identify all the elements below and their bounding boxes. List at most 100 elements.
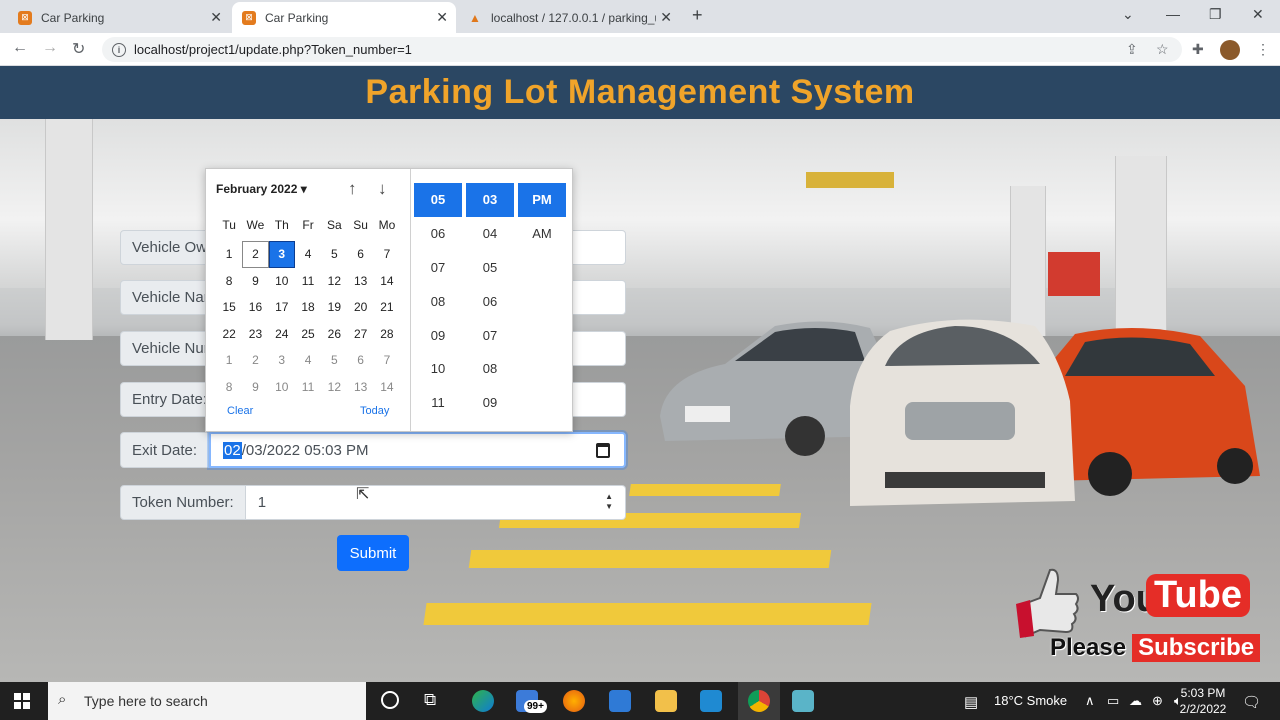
chrome-icon[interactable] bbox=[748, 690, 770, 712]
calendar-day[interactable]: 11 bbox=[295, 268, 321, 295]
calendar-day[interactable]: 9 bbox=[242, 268, 268, 295]
calendar-day[interactable]: 26 bbox=[321, 321, 347, 348]
calendar-day[interactable]: 14 bbox=[374, 268, 400, 295]
tab-search-chevron-icon[interactable]: ⌄ bbox=[1122, 6, 1134, 23]
store-icon[interactable] bbox=[609, 690, 631, 712]
calendar-day[interactable]: 17 bbox=[269, 294, 295, 321]
ampm-option[interactable]: AM bbox=[518, 217, 566, 251]
file-explorer-icon[interactable] bbox=[655, 690, 677, 712]
minute-option[interactable]: 08 bbox=[466, 352, 514, 386]
exit-date-month-segment[interactable]: 02 bbox=[223, 441, 242, 459]
calendar-day[interactable]: 13 bbox=[347, 268, 373, 295]
edge-icon[interactable] bbox=[472, 690, 494, 712]
clock-time[interactable]: 5:03 PM bbox=[1178, 686, 1228, 700]
calendar-day[interactable]: 2 bbox=[242, 347, 268, 374]
calendar-day[interactable]: 9 bbox=[242, 374, 268, 401]
picker-today-button[interactable]: Today bbox=[360, 405, 389, 417]
prev-month-arrow-icon[interactable]: ↑ bbox=[348, 179, 357, 199]
minute-option[interactable]: 04 bbox=[466, 217, 514, 251]
hour-option[interactable]: 07 bbox=[414, 251, 462, 285]
calendar-day[interactable]: 7 bbox=[374, 241, 400, 268]
clock-date[interactable]: 2/2/2022 bbox=[1178, 702, 1228, 716]
maximize-icon[interactable]: ❐ bbox=[1209, 6, 1222, 23]
hour-option[interactable]: 11 bbox=[414, 386, 462, 420]
calendar-day[interactable]: 1 bbox=[216, 241, 242, 268]
token-input[interactable]: 1 ▲ ▼ bbox=[245, 485, 626, 520]
picker-clear-button[interactable]: Clear bbox=[227, 405, 253, 417]
today-day[interactable]: 2 bbox=[242, 241, 269, 268]
calendar-day[interactable]: 12 bbox=[321, 268, 347, 295]
minute-option[interactable]: 03 bbox=[466, 183, 514, 217]
calendar-day[interactable]: 5 bbox=[321, 241, 347, 268]
chrome-menu-icon[interactable]: ⋮ bbox=[1256, 41, 1270, 58]
calendar-day[interactable]: 14 bbox=[374, 374, 400, 401]
close-tab-icon[interactable]: ✕ bbox=[436, 9, 448, 26]
ampm-option[interactable]: PM bbox=[518, 183, 566, 217]
calendar-day[interactable]: 3 bbox=[269, 347, 295, 374]
tab-car-parking-2[interactable]: ⊠ Car Parking ✕ bbox=[232, 2, 456, 33]
calendar-day[interactable]: 11 bbox=[295, 374, 321, 401]
calendar-day[interactable]: 7 bbox=[374, 347, 400, 374]
tray-chevron-icon[interactable]: ∧ bbox=[1085, 693, 1095, 709]
calendar-day[interactable]: 12 bbox=[321, 374, 347, 401]
close-tab-icon[interactable]: ✕ bbox=[210, 9, 222, 26]
calendar-day[interactable]: 19 bbox=[321, 294, 347, 321]
calendar-day[interactable]: 20 bbox=[347, 294, 373, 321]
vscode-icon[interactable] bbox=[700, 690, 722, 712]
bookmark-star-icon[interactable]: ☆ bbox=[1156, 41, 1169, 58]
firefox-icon[interactable] bbox=[563, 690, 585, 712]
hour-option[interactable]: 06 bbox=[414, 217, 462, 251]
back-arrow-icon[interactable]: ← bbox=[12, 39, 28, 57]
task-view-icon[interactable]: ⧉ bbox=[424, 690, 436, 710]
calendar-day[interactable]: 16 bbox=[242, 294, 268, 321]
calendar-icon[interactable] bbox=[596, 443, 610, 458]
minimize-icon[interactable]: — bbox=[1166, 6, 1180, 22]
taskbar-search-box[interactable]: ⌕ Type here to search bbox=[48, 682, 366, 720]
forward-arrow-icon[interactable]: → bbox=[42, 39, 58, 57]
new-tab-icon[interactable]: + bbox=[692, 5, 703, 26]
calendar-day[interactable]: 13 bbox=[347, 374, 373, 401]
share-icon[interactable]: ⇪ bbox=[1126, 41, 1138, 58]
calendar-day[interactable]: 6 bbox=[347, 347, 373, 374]
calendar-day[interactable]: 21 bbox=[374, 294, 400, 321]
minute-option[interactable]: 06 bbox=[466, 284, 514, 318]
calendar-day[interactable]: 10 bbox=[269, 374, 295, 401]
close-tab-icon[interactable]: ✕ bbox=[660, 9, 672, 26]
calendar-day[interactable]: 28 bbox=[374, 321, 400, 348]
weather-icon[interactable]: ▤ bbox=[964, 693, 978, 711]
minute-option[interactable]: 09 bbox=[466, 386, 514, 420]
weather-text[interactable]: 18°C Smoke bbox=[994, 693, 1067, 708]
extensions-puzzle-icon[interactable]: ✚ bbox=[1192, 41, 1204, 58]
calendar-day[interactable]: 8 bbox=[216, 374, 242, 401]
minute-option[interactable]: 05 bbox=[466, 251, 514, 285]
hour-option[interactable]: 09 bbox=[414, 318, 462, 352]
calendar-day[interactable]: 24 bbox=[269, 321, 295, 348]
reload-icon[interactable]: ↻ bbox=[72, 39, 85, 59]
calendar-day[interactable]: 23 bbox=[242, 321, 268, 348]
selected-day[interactable]: 3 bbox=[268, 241, 295, 268]
notification-icon[interactable]: 🗨︎ bbox=[1242, 693, 1261, 711]
hour-option[interactable]: 10 bbox=[414, 352, 462, 386]
calendar-day[interactable]: 27 bbox=[347, 321, 373, 348]
window-close-icon[interactable]: ✕ bbox=[1252, 6, 1264, 23]
site-info-icon[interactable]: i bbox=[112, 42, 126, 57]
picker-month[interactable]: February 2022 ▾ bbox=[216, 182, 307, 196]
calendar-day[interactable]: 5 bbox=[321, 347, 347, 374]
calendar-day[interactable]: 8 bbox=[216, 268, 242, 295]
calendar-day[interactable]: 25 bbox=[295, 321, 321, 348]
windows-start-icon[interactable] bbox=[14, 693, 30, 709]
tab-car-parking-1[interactable]: ⊠ Car Parking ✕ bbox=[8, 2, 230, 33]
number-spinner-icon[interactable]: ▲ ▼ bbox=[605, 492, 613, 512]
minute-option[interactable]: 07 bbox=[466, 318, 514, 352]
submit-button[interactable]: Submit bbox=[337, 535, 409, 571]
calendar-day[interactable]: 15 bbox=[216, 294, 242, 321]
profile-avatar[interactable] bbox=[1220, 40, 1240, 60]
calendar-day[interactable]: 4 bbox=[295, 347, 321, 374]
hour-option[interactable]: 08 bbox=[414, 284, 462, 318]
calendar-day[interactable]: 1 bbox=[216, 347, 242, 374]
calendar-day[interactable]: 18 bbox=[295, 294, 321, 321]
cortana-icon[interactable] bbox=[381, 691, 399, 709]
url-field[interactable]: i localhost/project1/update.php?Token_nu… bbox=[102, 37, 1182, 62]
network-icon[interactable]: ⊕ bbox=[1152, 693, 1163, 709]
next-month-arrow-icon[interactable]: ↓ bbox=[378, 179, 387, 199]
